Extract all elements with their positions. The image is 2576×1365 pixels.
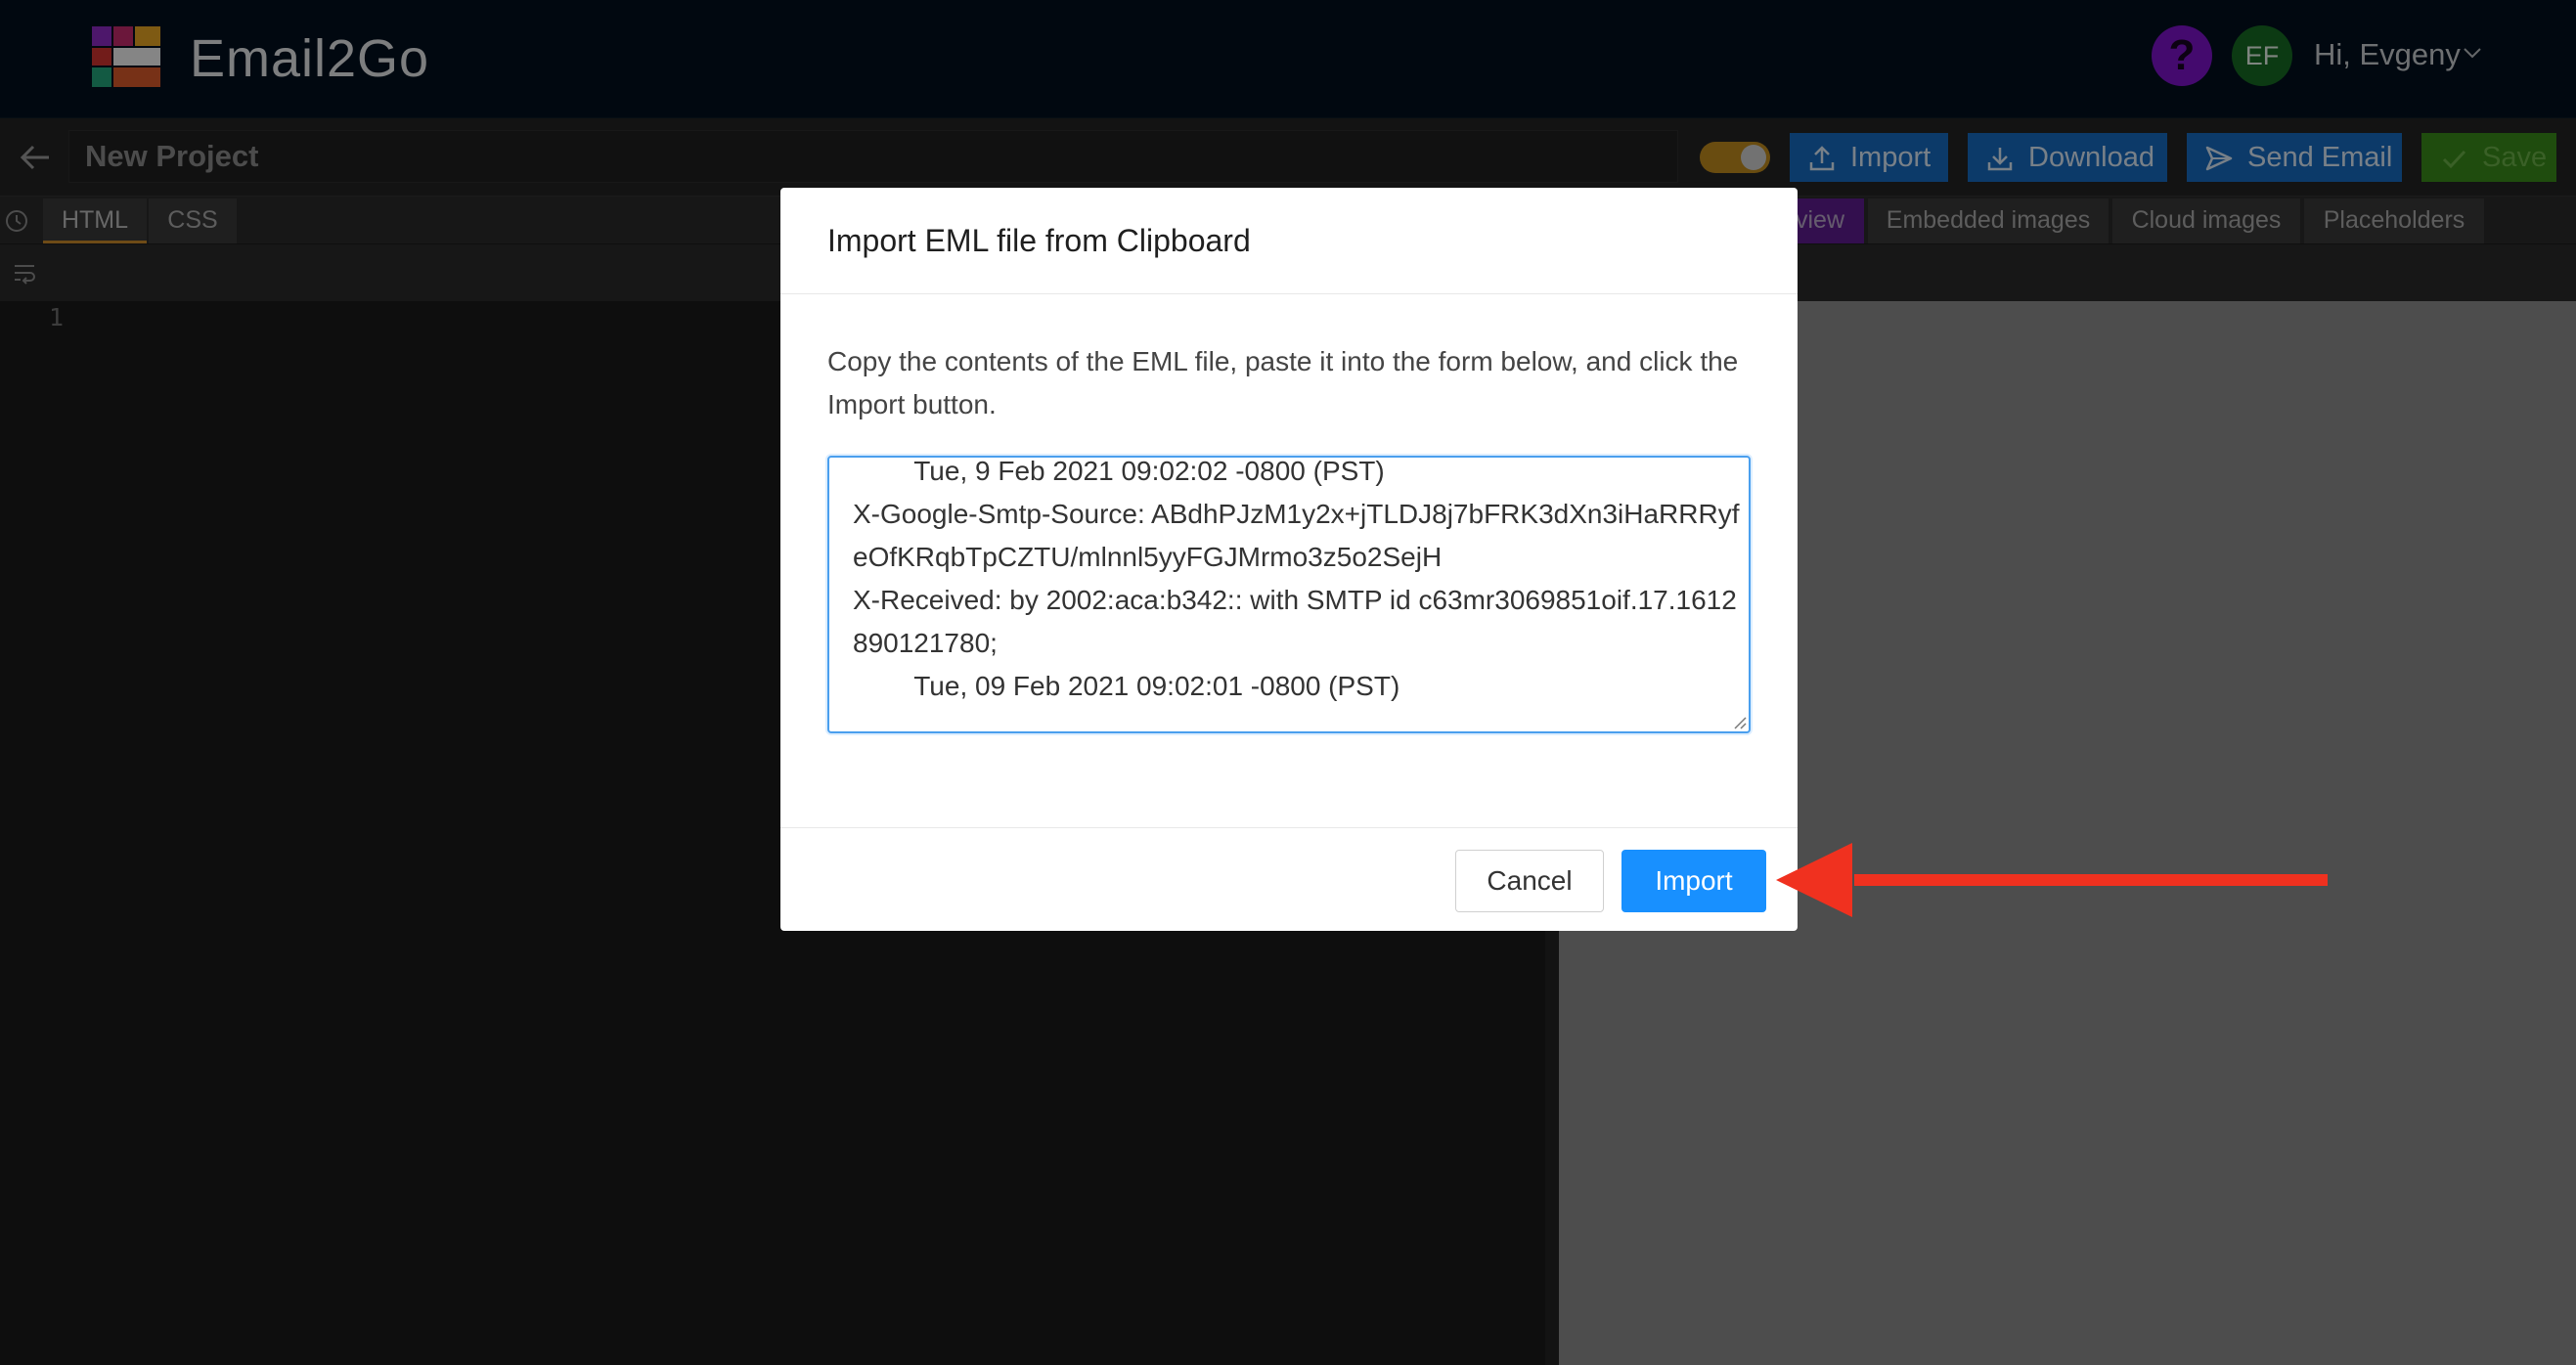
cancel-button[interactable]: Cancel bbox=[1455, 850, 1604, 912]
dialog-header: Import EML file from Clipboard bbox=[780, 188, 1798, 294]
import-eml-dialog: Import EML file from Clipboard Copy the … bbox=[780, 188, 1798, 931]
dialog-footer: Cancel Import bbox=[780, 827, 1798, 932]
dialog-description: Copy the contents of the EML file, paste… bbox=[827, 346, 1739, 419]
import-confirm-button[interactable]: Import bbox=[1621, 850, 1766, 912]
eml-content-text: Tue, 9 Feb 2021 09:02:02 -0800 (PST) X-G… bbox=[853, 456, 1740, 701]
eml-content-textarea[interactable]: Tue, 9 Feb 2021 09:02:02 -0800 (PST) X-G… bbox=[827, 456, 1751, 733]
dialog-title: Import EML file from Clipboard bbox=[827, 223, 1251, 258]
resize-grip-icon[interactable] bbox=[1731, 714, 1747, 729]
red-arrow-icon bbox=[1776, 843, 2328, 917]
